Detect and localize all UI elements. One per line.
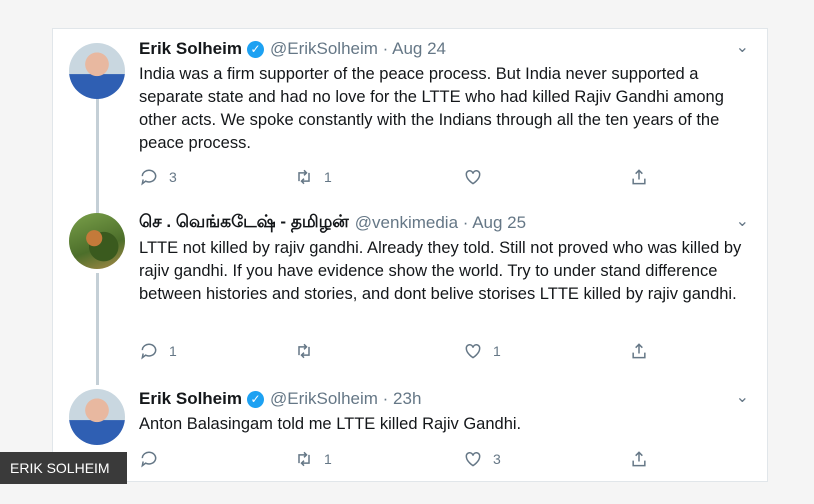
avatar[interactable]	[69, 389, 125, 445]
share-button[interactable]	[629, 341, 649, 361]
retweet-count: 1	[324, 451, 332, 467]
tweet-actions: 1 3	[139, 449, 659, 471]
display-name[interactable]: செ . வெங்கடேஷ் - தமிழன்	[139, 212, 349, 234]
retweet-icon	[298, 169, 310, 185]
avatar[interactable]	[69, 43, 125, 99]
like-count: 1	[493, 343, 501, 359]
handle-and-date[interactable]: @ErikSolheim · 23h	[270, 389, 421, 409]
chevron-down-icon[interactable]: ⌄	[736, 37, 749, 57]
retweet-button[interactable]	[294, 341, 324, 361]
reply-button[interactable]	[139, 449, 169, 469]
like-icon	[465, 169, 481, 185]
tweet[interactable]: செ . வெங்கடேஷ் - தமிழன் @venkimedia · Au…	[53, 211, 769, 373]
avatar[interactable]	[69, 213, 125, 269]
tweet-header: Erik Solheim ✓ @ErikSolheim · Aug 24	[139, 39, 446, 59]
reply-count: 3	[169, 169, 177, 185]
reply-button[interactable]: 3	[139, 167, 177, 187]
share-icon	[632, 169, 646, 185]
tweet-text: LTTE not killed by rajiv gandhi. Already…	[139, 239, 742, 303]
reply-button[interactable]: 1	[139, 341, 177, 361]
verified-icon: ✓	[246, 40, 264, 58]
display-name[interactable]: Erik Solheim	[139, 39, 242, 59]
share-icon	[632, 343, 646, 359]
tweet-thread-card: Erik Solheim ✓ @ErikSolheim · Aug 24 ⌄ I…	[52, 28, 768, 482]
share-button[interactable]	[629, 167, 649, 187]
image-credit-badge: ERIK SOLHEIM	[0, 452, 127, 484]
like-icon	[465, 451, 481, 467]
retweet-icon	[298, 451, 310, 467]
chevron-down-icon[interactable]: ⌄	[736, 211, 749, 231]
reply-icon	[141, 451, 157, 468]
tweet-header: செ . வெங்கடேஷ் - தமிழன் @venkimedia · Au…	[139, 212, 526, 234]
share-icon	[632, 451, 646, 467]
reply-count: 1	[169, 343, 177, 359]
like-count: 3	[493, 451, 501, 467]
reply-icon	[141, 343, 157, 360]
tweet-text: Anton Balasingam told me LTTE killed Raj…	[139, 415, 522, 433]
share-button[interactable]	[629, 449, 649, 469]
reply-icon	[141, 169, 157, 186]
retweet-button[interactable]: 1	[294, 167, 332, 187]
handle-and-date[interactable]: @ErikSolheim · Aug 24	[270, 39, 446, 59]
like-button[interactable]: 3	[463, 449, 501, 469]
retweet-icon	[298, 343, 310, 359]
tweet-actions: 1 1	[139, 341, 659, 363]
like-button[interactable]: 1	[463, 341, 501, 361]
tweet[interactable]: Erik Solheim ✓ @ErikSolheim · Aug 24 ⌄ I…	[53, 39, 769, 199]
tweet[interactable]: Erik Solheim ✓ @ErikSolheim · 23h ⌄ Anto…	[53, 389, 769, 479]
like-button[interactable]	[463, 167, 493, 187]
handle-and-date[interactable]: @venkimedia · Aug 25	[355, 213, 526, 233]
tweet-text: India was a firm supporter of the peace …	[139, 65, 724, 152]
chevron-down-icon[interactable]: ⌄	[736, 387, 749, 407]
tweet-actions: 3 1	[139, 167, 659, 189]
like-icon	[465, 343, 481, 359]
verified-icon: ✓	[246, 390, 264, 408]
retweet-button[interactable]: 1	[294, 449, 332, 469]
tweet-header: Erik Solheim ✓ @ErikSolheim · 23h	[139, 389, 421, 409]
retweet-count: 1	[324, 169, 332, 185]
display-name[interactable]: Erik Solheim	[139, 389, 242, 409]
